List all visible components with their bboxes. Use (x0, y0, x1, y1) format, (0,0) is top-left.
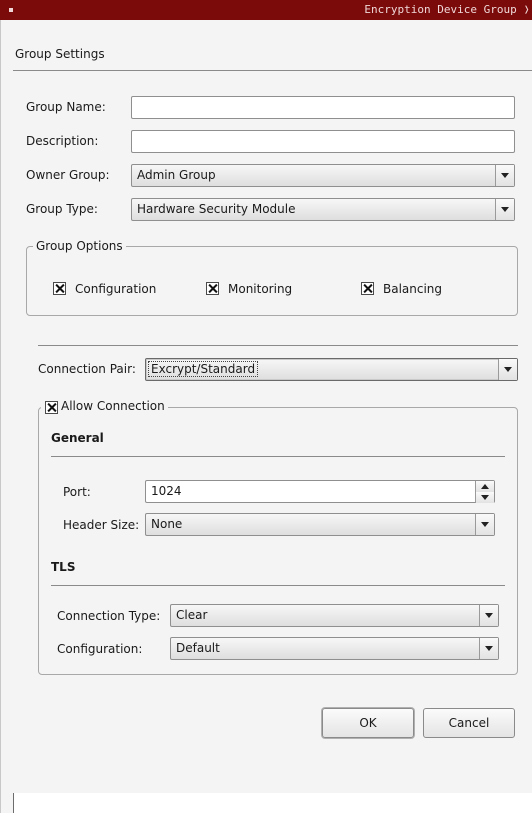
configuration-checkbox[interactable] (53, 282, 66, 295)
tls-heading: TLS (51, 560, 76, 574)
header-divider (13, 70, 532, 71)
group-name-input[interactable] (131, 96, 515, 119)
group-type-select[interactable]: Hardware Security Module (131, 198, 515, 221)
spin-up-icon[interactable] (475, 481, 494, 492)
group-type-value: Hardware Security Module (137, 202, 296, 216)
title-bar: Encryption Device Group ❭ (0, 0, 532, 20)
general-divider (51, 456, 505, 457)
configuration-value: Default (176, 641, 220, 655)
general-heading: General (51, 431, 104, 445)
connection-pair-select[interactable]: Excrypt/Standard (145, 358, 518, 381)
allow-connection-checkbox[interactable] (45, 401, 58, 414)
connection-type-select[interactable]: Clear (170, 604, 499, 627)
description-label: Description: (26, 134, 99, 148)
configuration-select[interactable]: Default (170, 637, 499, 660)
description-input[interactable] (131, 130, 515, 153)
chevron-down-icon[interactable] (475, 514, 494, 535)
port-spinbox[interactable]: 1024 (145, 480, 495, 503)
window-left-edge (13, 793, 14, 813)
window-title: Encryption Device Group ❭ (364, 3, 530, 16)
configuration-label: Configuration (75, 282, 157, 296)
chevron-down-icon[interactable] (479, 638, 498, 659)
monitoring-label: Monitoring (228, 282, 293, 296)
header-size-label: Header Size: (63, 518, 140, 532)
chevron-down-icon[interactable] (479, 605, 498, 626)
owner-group-select[interactable]: Admin Group (131, 164, 515, 187)
chevron-down-icon[interactable] (495, 199, 514, 220)
spin-down-icon[interactable] (475, 492, 494, 503)
port-label: Port: (63, 485, 91, 499)
allow-connection-box: Allow Connection (38, 399, 518, 675)
group-options-legend: Group Options (33, 239, 126, 253)
connection-pair-label: Connection Pair: (38, 362, 136, 376)
cancel-button[interactable]: Cancel (423, 708, 515, 738)
dialog-window: Group Settings Group Name: Description: … (0, 20, 532, 813)
balancing-label: Balancing (383, 282, 443, 296)
tls-divider (51, 585, 505, 586)
port-value: 1024 (151, 484, 182, 498)
chevron-down-icon[interactable] (495, 165, 514, 186)
balancing-checkbox[interactable] (361, 282, 374, 295)
configuration-field-label: Configuration: (57, 642, 143, 656)
allow-connection-legend: Allow Connection (41, 399, 168, 413)
connection-type-label: Connection Type: (57, 609, 161, 623)
chevron-down-icon[interactable] (498, 359, 517, 380)
owner-group-label: Owner Group: (26, 168, 110, 182)
window-menu-icon[interactable] (9, 8, 13, 12)
monitoring-checkbox[interactable] (206, 282, 219, 295)
group-type-label: Group Type: (26, 202, 98, 216)
options-divider (38, 345, 518, 346)
group-options-box: Group Options (26, 239, 518, 316)
owner-group-value: Admin Group (137, 168, 216, 182)
ok-button[interactable]: OK (322, 708, 414, 738)
header-size-select[interactable]: None (145, 513, 495, 536)
window-bottom-area (14, 793, 532, 813)
connection-pair-value: Excrypt/Standard (147, 361, 259, 377)
connection-type-value: Clear (176, 608, 208, 622)
header-size-value: None (151, 517, 183, 531)
section-title: Group Settings (15, 47, 105, 61)
group-name-label: Group Name: (26, 100, 106, 114)
